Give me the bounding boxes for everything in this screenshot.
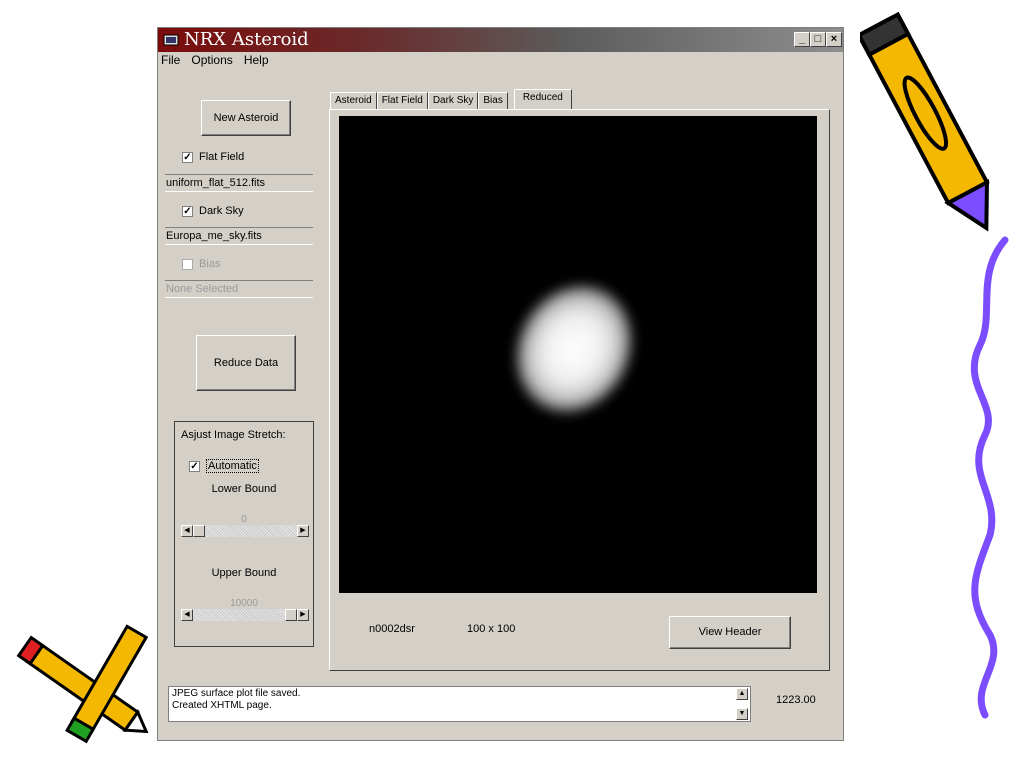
slider-thumb[interactable] xyxy=(193,525,205,537)
upper-bound-slider[interactable]: ◀ ▶ xyxy=(181,609,309,621)
automatic-checkbox[interactable]: ✓ Automatic xyxy=(189,459,259,473)
bias-label: Bias xyxy=(199,258,221,270)
pencils-icon xyxy=(16,624,149,744)
dark-sky-file[interactable]: Europa_me_sky.fits xyxy=(165,227,313,245)
lower-bound-value: 0 xyxy=(241,514,247,525)
down-arrow-icon[interactable]: ▼ xyxy=(736,708,748,720)
dark-sky-checkbox[interactable]: ✓ Dark Sky xyxy=(182,205,244,217)
tab-reduced[interactable]: Reduced xyxy=(513,89,572,110)
menu-file[interactable]: File xyxy=(161,53,180,67)
stretch-title: Asjust Image Stretch: xyxy=(181,429,286,441)
stretch-group: Asjust Image Stretch: ✓ Automatic Lower … xyxy=(174,421,314,647)
status-line: JPEG surface plot file saved. xyxy=(172,688,301,699)
bias-checkbox[interactable]: Bias xyxy=(182,258,220,270)
dark-sky-label: Dark Sky xyxy=(199,205,244,217)
left-arrow-icon[interactable]: ◀ xyxy=(181,609,193,621)
reduced-image[interactable] xyxy=(339,116,817,593)
check-icon: ✓ xyxy=(189,460,200,472)
flat-field-label: Flat Field xyxy=(199,151,245,163)
menu-help[interactable]: Help xyxy=(244,53,269,67)
squiggle-line-icon xyxy=(970,236,1009,719)
menu-bar: File Options Help xyxy=(161,53,277,71)
value-readout: 1223.00 xyxy=(776,694,816,706)
tab-strip: Asteroid Flat Field Dark Sky Bias Reduce… xyxy=(330,89,572,110)
asteroid-image xyxy=(494,265,654,433)
lower-bound-label: Lower Bound xyxy=(211,483,277,495)
reduce-data-button[interactable]: Reduce Data xyxy=(196,335,296,391)
status-line: Created XHTML page. xyxy=(172,700,272,711)
menu-options[interactable]: Options xyxy=(191,53,232,67)
tab-asteroid[interactable]: Asteroid xyxy=(330,92,377,110)
image-name: n0002dsr xyxy=(369,623,415,635)
upper-bound-label: Upper Bound xyxy=(211,567,277,579)
unchecked-box-icon xyxy=(182,258,193,270)
slider-thumb[interactable] xyxy=(285,609,297,621)
bias-file[interactable]: None Selected xyxy=(165,280,313,298)
status-log: JPEG surface plot file saved. Created XH… xyxy=(168,686,751,722)
lower-bound-slider[interactable]: ◀ ▶ xyxy=(181,525,309,537)
minimize-button[interactable]: _ xyxy=(794,32,810,47)
upper-bound-value: 10000 xyxy=(230,598,258,609)
check-icon: ✓ xyxy=(182,151,193,163)
right-arrow-icon[interactable]: ▶ xyxy=(297,525,309,537)
title-bar[interactable]: NRX Asteroid _ □ × xyxy=(158,28,843,52)
left-arrow-icon[interactable]: ◀ xyxy=(181,525,193,537)
image-size: 100 x 100 xyxy=(467,623,516,635)
window-title: NRX Asteroid xyxy=(184,29,309,50)
app-window: NRX Asteroid _ □ × File Options Help New… xyxy=(157,27,844,741)
flat-field-checkbox[interactable]: ✓ Flat Field xyxy=(182,151,244,163)
tab-dark-sky[interactable]: Dark Sky xyxy=(427,92,479,110)
maximize-button[interactable]: □ xyxy=(810,32,826,47)
new-asteroid-button[interactable]: New Asteroid xyxy=(201,100,291,136)
right-arrow-icon[interactable]: ▶ xyxy=(297,609,309,621)
app-icon[interactable] xyxy=(163,32,179,48)
close-button[interactable]: × xyxy=(826,32,842,47)
check-icon: ✓ xyxy=(182,205,193,217)
pencil-icon xyxy=(860,11,990,232)
status-scrollbar[interactable]: ▲ ▼ xyxy=(736,688,748,720)
view-header-button[interactable]: View Header xyxy=(669,616,791,649)
up-arrow-icon[interactable]: ▲ xyxy=(736,688,748,700)
tab-bias[interactable]: Bias xyxy=(478,92,508,110)
automatic-label: Automatic xyxy=(206,459,259,473)
tab-flat-field[interactable]: Flat Field xyxy=(376,92,428,110)
flat-field-file[interactable]: uniform_flat_512.fits xyxy=(165,174,313,192)
